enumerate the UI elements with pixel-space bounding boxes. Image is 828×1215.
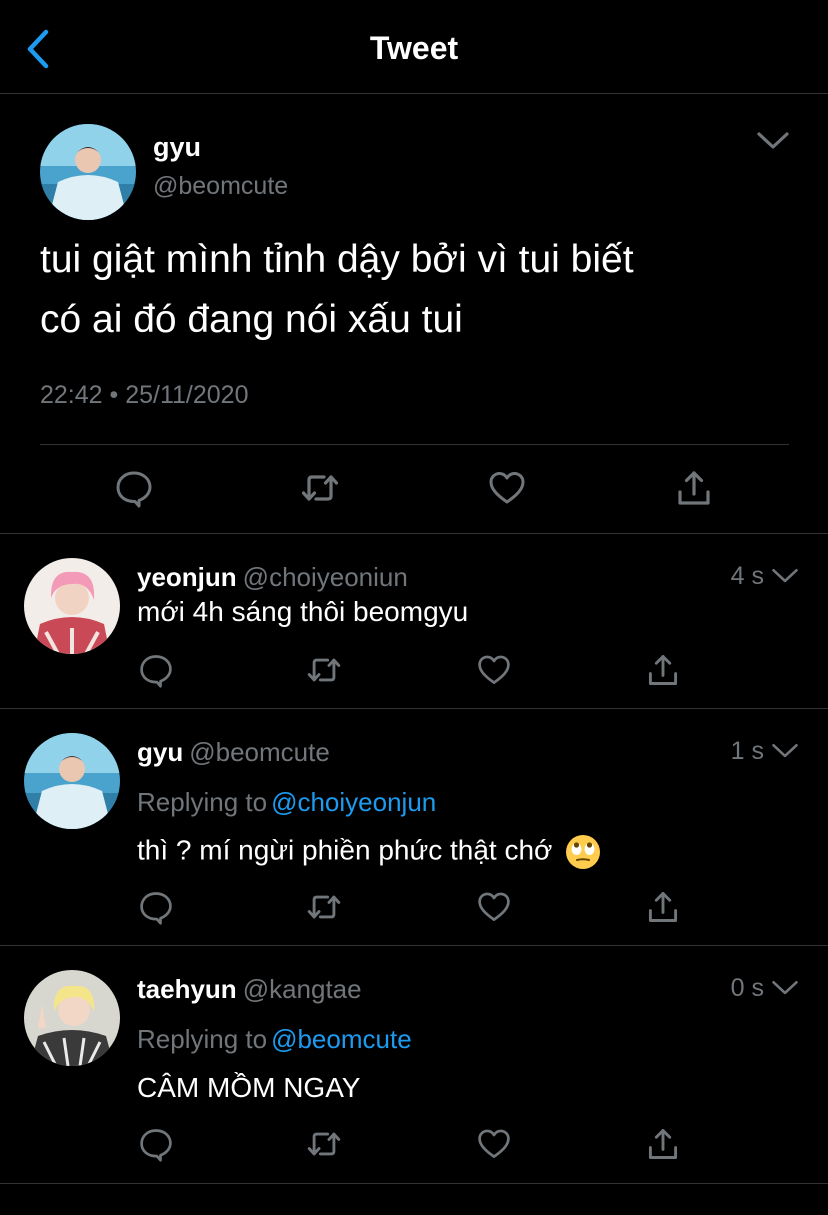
- reply-icon: [138, 652, 174, 688]
- mention-link[interactable]: @choiyeonjun: [271, 787, 436, 817]
- reply-timestamp: 0 s: [730, 974, 764, 1002]
- share-button[interactable]: [645, 652, 681, 693]
- reply-author[interactable]: gyu @beomcute: [137, 737, 330, 768]
- chevron-down-icon: [771, 567, 799, 585]
- retweet-icon: [306, 889, 342, 925]
- like-button[interactable]: [476, 652, 512, 693]
- reply-text: CÂM MỒM NGAY: [137, 1072, 361, 1103]
- tweet-text: tui giật mình tỉnh dậy bởi vì tui biết c…: [40, 230, 800, 350]
- reply-author[interactable]: taehyun @kangtae: [137, 974, 362, 1005]
- replying-label: Replying to: [137, 1024, 268, 1054]
- replying-to: Replying to @beomcute: [137, 1024, 412, 1055]
- divider: [40, 444, 789, 445]
- author-name: gyu: [137, 737, 184, 767]
- reply-button[interactable]: [138, 889, 174, 930]
- author-handle: @choiyeoniun: [242, 562, 408, 592]
- chevron-down-icon: [756, 130, 790, 152]
- reply-icon: [138, 1126, 174, 1162]
- reply-author[interactable]: yeonjun @choiyeoniun: [137, 562, 408, 593]
- share-icon: [645, 1126, 681, 1162]
- rolling-eyes-emoji-icon: [566, 835, 601, 869]
- avatar[interactable]: [24, 733, 120, 829]
- like-button[interactable]: [487, 468, 527, 513]
- share-icon: [674, 468, 714, 508]
- avatar[interactable]: [40, 124, 136, 220]
- author-name[interactable]: gyu: [153, 132, 201, 163]
- like-button[interactable]: [476, 889, 512, 930]
- more-options-button[interactable]: [756, 130, 790, 152]
- author-handle[interactable]: @beomcute: [153, 172, 288, 201]
- reply-tweet[interactable]: gyu @beomcute 1 s Replying to @choiyeonjun…: [0, 709, 828, 946]
- retweet-button[interactable]: [306, 652, 342, 693]
- retweet-icon: [300, 468, 340, 508]
- more-options-button[interactable]: [771, 979, 799, 997]
- like-icon: [476, 889, 512, 925]
- reply-button[interactable]: [114, 468, 154, 513]
- retweet-button[interactable]: [306, 889, 342, 930]
- reply-timestamp: 4 s: [730, 562, 764, 590]
- author-handle: @kangtae: [242, 974, 362, 1004]
- chevron-down-icon: [771, 742, 799, 760]
- mention-link[interactable]: @beomcute: [271, 1024, 412, 1054]
- tweet-text-line: tui giật mình tỉnh dậy bởi vì tui biết: [40, 238, 634, 281]
- replying-to: Replying to @choiyeonjun: [137, 787, 436, 818]
- share-button[interactable]: [645, 889, 681, 930]
- main-tweet: gyu @beomcute tui giật mình tỉnh dậy bởi…: [0, 94, 828, 534]
- reply-tweet[interactable]: taehyun @kangtae 0 s Replying to @beomcute…: [0, 946, 828, 1184]
- avatar[interactable]: [24, 558, 120, 654]
- replying-label: Replying to: [137, 787, 268, 817]
- reply-button[interactable]: [138, 652, 174, 693]
- top-bar: Tweet: [0, 0, 828, 94]
- retweet-button[interactable]: [306, 1126, 342, 1167]
- reply-text: mới 4h sáng thôi beomgyu: [137, 596, 469, 627]
- reply-timestamp: 1 s: [730, 737, 764, 765]
- share-icon: [645, 889, 681, 925]
- share-icon: [645, 652, 681, 688]
- chevron-down-icon: [771, 979, 799, 997]
- reply-text-content: thì ? mí ngừi phiền phức thật chớ: [137, 834, 553, 866]
- author-handle: @beomcute: [189, 737, 330, 767]
- author-name: taehyun: [137, 974, 237, 1004]
- reply-tweet[interactable]: yeonjun @choiyeoniun 4 s mới 4h sáng thôi…: [0, 534, 828, 709]
- tweet-text-line: có ai đó đang nói xấu tui: [40, 298, 463, 341]
- page-title: Tweet: [369, 30, 459, 66]
- like-button[interactable]: [476, 1126, 512, 1167]
- reply-icon: [138, 889, 174, 925]
- retweet-button[interactable]: [300, 468, 340, 513]
- tweet-timestamp: 22:42 • 25/11/2020: [40, 381, 249, 409]
- like-icon: [487, 468, 527, 508]
- retweet-icon: [306, 1126, 342, 1162]
- share-button[interactable]: [645, 1126, 681, 1167]
- more-options-button[interactable]: [771, 567, 799, 585]
- reply-button[interactable]: [138, 1126, 174, 1167]
- reply-text: thì ? mí ngừi phiền phức thật chớ: [137, 833, 602, 871]
- more-options-button[interactable]: [771, 742, 799, 760]
- like-icon: [476, 1126, 512, 1162]
- avatar[interactable]: [24, 970, 120, 1066]
- share-button[interactable]: [674, 468, 714, 513]
- retweet-icon: [306, 652, 342, 688]
- reply-icon: [114, 468, 154, 508]
- like-icon: [476, 652, 512, 688]
- author-name: yeonjun: [137, 562, 237, 592]
